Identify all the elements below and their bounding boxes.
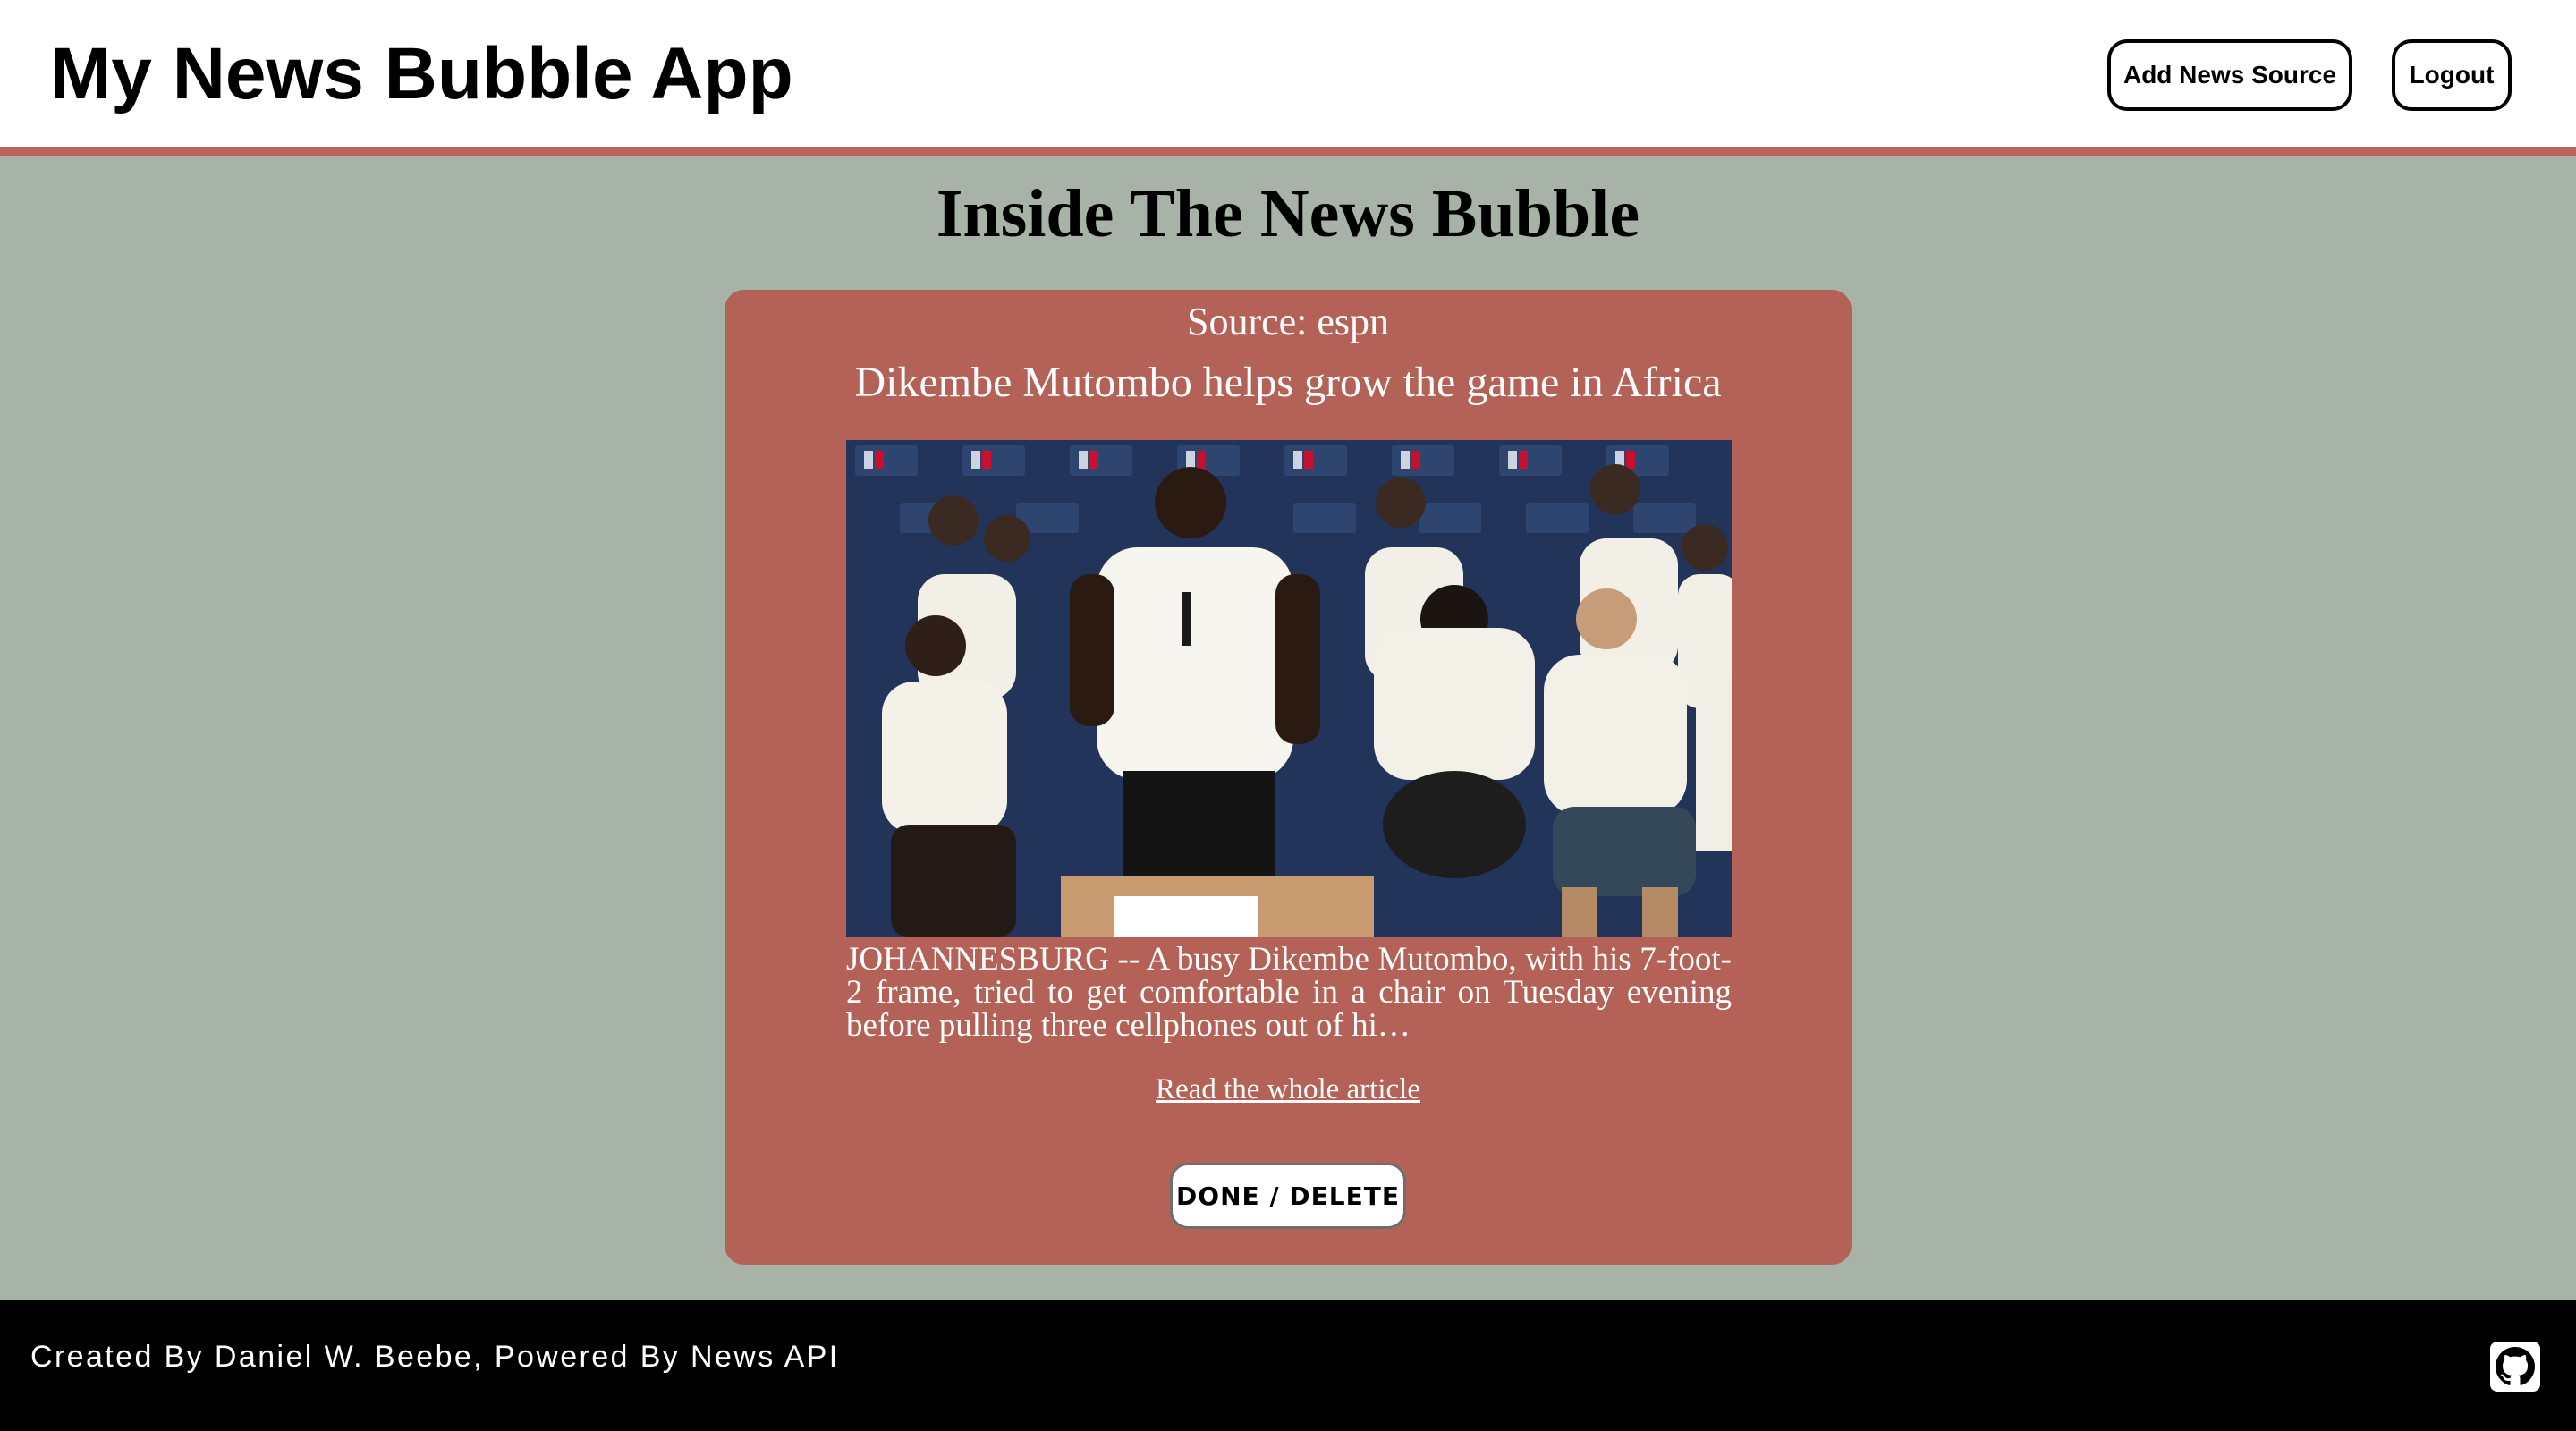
article-title: Dikembe Mutombo helps grow the game in A… xyxy=(854,359,1722,406)
article-description: JOHANNESBURG -- A busy Dikembe Mutombo, … xyxy=(846,941,1732,1044)
app-header: My News Bubble App Add News Source Logou… xyxy=(0,0,2576,156)
page-heading: Inside The News Bubble xyxy=(936,176,1640,251)
footer-credit: Created By Daniel W. Beebe, Powered By N… xyxy=(30,1340,840,1374)
article-card: Source: espn Dikembe Mutombo helps grow … xyxy=(724,290,1852,1265)
article-image xyxy=(846,440,1732,937)
github-icon[interactable] xyxy=(2490,1342,2540,1392)
app-title: My News Bubble App xyxy=(50,33,793,114)
add-news-source-button[interactable]: Add News Source xyxy=(2107,39,2352,111)
article-source: Source: espn xyxy=(1186,300,1390,343)
logout-button[interactable]: Logout xyxy=(2392,39,2512,111)
read-article-link[interactable]: Read the whole article xyxy=(724,1073,1852,1106)
done-delete-button[interactable]: DONE / DELETE xyxy=(1170,1163,1406,1229)
app-footer: Created By Daniel W. Beebe, Powered By N… xyxy=(0,1300,2576,1431)
